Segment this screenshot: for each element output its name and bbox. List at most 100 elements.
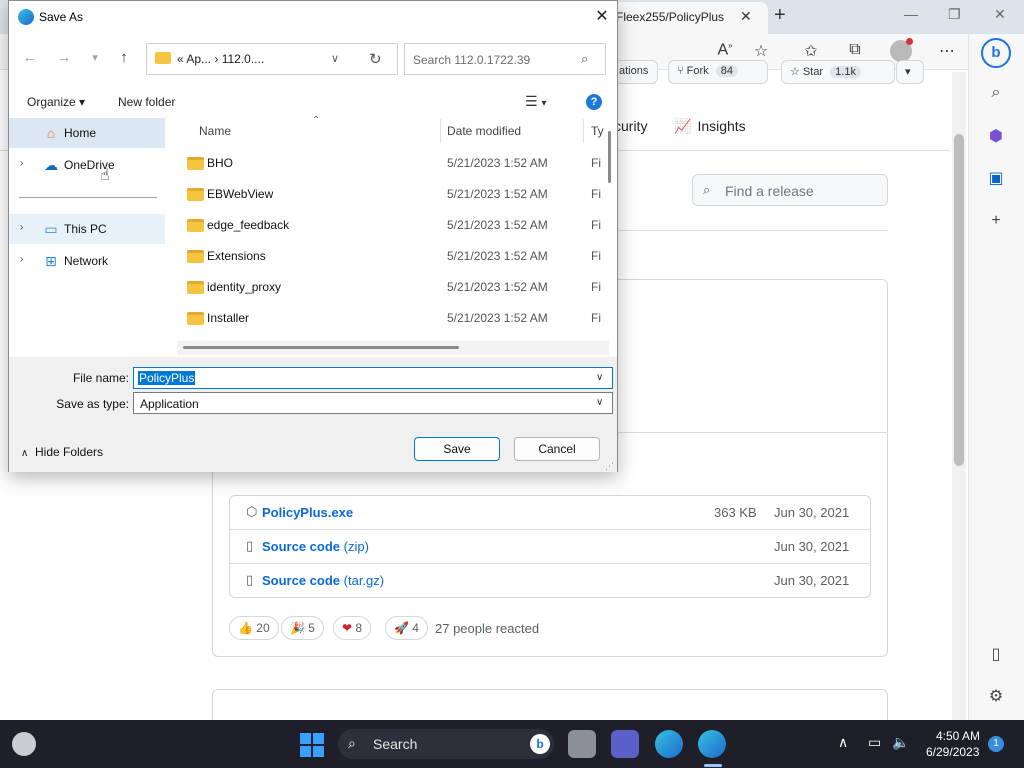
- refresh-icon[interactable]: ↻: [369, 50, 382, 68]
- clock-time[interactable]: 4:50 AM: [936, 729, 980, 743]
- window-close-icon[interactable]: ✕: [994, 6, 1006, 23]
- page-scrollbar-thumb[interactable]: [954, 134, 964, 466]
- outlook-icon[interactable]: ▣: [985, 168, 1007, 188]
- star-dropdown-button[interactable]: ▾: [896, 60, 924, 84]
- tray-overflow-icon[interactable]: ∧: [838, 734, 848, 751]
- start-button[interactable]: [300, 733, 324, 757]
- asset-row[interactable]: ⬡ PolicyPlus.exe 363 KB Jun 30, 2021: [230, 496, 870, 530]
- file-row[interactable]: edge_feedback 5/21/2023 1:52 AM Fi: [173, 209, 609, 240]
- chevron-down-icon[interactable]: ∨: [331, 52, 339, 65]
- view-options-icon[interactable]: ☰ ▾: [525, 93, 546, 110]
- copilot-icon[interactable]: ⬢: [985, 126, 1007, 146]
- address-bar[interactable]: « Ap... › 112.0.... ∨ ↻: [146, 43, 398, 75]
- find-release-input[interactable]: ⌕ Find a release: [692, 174, 888, 206]
- dialog-close-icon[interactable]: ✕: [591, 6, 613, 26]
- clock-date[interactable]: 6/29/2023: [926, 745, 979, 759]
- favorites-icon[interactable]: ✩: [800, 41, 822, 61]
- asset-row[interactable]: ▯ Source code (zip) Jun 30, 2021: [230, 530, 870, 564]
- nav-item-home[interactable]: ⌂ Home: [9, 118, 165, 148]
- edge-app-icon: [18, 9, 34, 25]
- fork-button[interactable]: ⑂ Fork 84: [668, 60, 768, 84]
- tab-insights[interactable]: 📈 Insights: [674, 118, 746, 135]
- reaction-thumbsup[interactable]: 👍 20: [229, 616, 279, 640]
- cancel-button[interactable]: Cancel: [514, 437, 600, 461]
- chevron-right-icon[interactable]: ›: [20, 222, 23, 233]
- asset-link[interactable]: Source code (zip): [262, 539, 369, 554]
- file-row[interactable]: Extensions 5/21/2023 1:52 AM Fi: [173, 240, 609, 271]
- file-list-horizontal-scrollbar[interactable]: [177, 341, 609, 355]
- tab-security[interactable]: curity: [614, 118, 647, 134]
- edge-active-taskbar-icon[interactable]: [698, 730, 726, 758]
- star-button[interactable]: ☆ Star 1.1k: [781, 60, 895, 84]
- edge-taskbar-icon[interactable]: [655, 730, 683, 758]
- asset-row[interactable]: ▯ Source code (tar.gz) Jun 30, 2021: [230, 564, 870, 598]
- chevron-right-icon[interactable]: ›: [20, 158, 23, 169]
- chevron-down-icon[interactable]: ∨: [596, 397, 603, 408]
- search-input[interactable]: Search 112.0.1722.39 ⌕: [404, 43, 606, 75]
- read-aloud-icon[interactable]: A»: [714, 41, 736, 59]
- star-label: Star: [802, 66, 824, 78]
- back-arrow-icon[interactable]: ←: [20, 49, 40, 66]
- nav-item-this-pc[interactable]: › ▭ This PC: [9, 214, 165, 244]
- column-date-modified[interactable]: Date modified: [447, 124, 521, 138]
- vertical-scrollbar-thumb[interactable]: [608, 131, 611, 183]
- add-icon[interactable]: +: [985, 212, 1007, 230]
- browser-tab-policyplus[interactable]: Fleex255/PolicyPlus ✕: [600, 2, 768, 34]
- file-row[interactable]: EBWebView 5/21/2023 1:52 AM Fi: [173, 178, 609, 209]
- dialog-titlebar[interactable]: Save As ✕: [9, 1, 617, 33]
- horizontal-scrollbar-thumb[interactable]: [183, 346, 459, 349]
- sidebar-toggle-icon[interactable]: ▯: [985, 644, 1007, 664]
- asset-link[interactable]: PolicyPlus.exe: [262, 505, 353, 520]
- volume-icon[interactable]: 🔈: [892, 734, 909, 751]
- weather-icon[interactable]: [12, 732, 36, 756]
- forward-arrow-icon[interactable]: →: [54, 49, 74, 66]
- organize-button[interactable]: Organize ▾: [27, 95, 85, 109]
- thumbsup-icon: 👍: [238, 621, 253, 635]
- notification-badge[interactable]: 1: [988, 736, 1004, 752]
- chevron-down-icon[interactable]: ∨: [596, 372, 603, 383]
- nav-item-label: Home: [64, 126, 97, 140]
- reaction-rocket[interactable]: 🚀 4: [385, 616, 428, 640]
- file-row[interactable]: identity_proxy 5/21/2023 1:52 AM Fi: [173, 271, 609, 302]
- hide-folders-button[interactable]: ∧ Hide Folders: [21, 445, 103, 459]
- page-scrollbar[interactable]: [952, 72, 966, 720]
- file-list-vertical-scrollbar[interactable]: [605, 131, 615, 339]
- file-row[interactable]: BHO 5/21/2023 1:52 AM Fi: [173, 147, 609, 178]
- tab-close-icon[interactable]: ✕: [740, 8, 752, 25]
- save-button[interactable]: Save: [414, 437, 500, 461]
- minimize-icon[interactable]: —: [904, 6, 918, 22]
- task-view-icon[interactable]: [568, 730, 596, 758]
- settings-gear-icon[interactable]: ⚙: [985, 686, 1007, 706]
- new-folder-button[interactable]: New folder: [118, 95, 175, 109]
- bing-chat-icon[interactable]: b: [981, 38, 1011, 68]
- chevron-right-icon[interactable]: ›: [20, 254, 23, 265]
- help-icon[interactable]: ?: [586, 94, 602, 110]
- nav-item-network[interactable]: › ⊞ Network: [9, 246, 165, 276]
- column-type[interactable]: Ty: [591, 124, 604, 138]
- column-name[interactable]: Name: [199, 124, 231, 138]
- network-status-icon[interactable]: ▭: [868, 734, 881, 751]
- add-favorite-icon[interactable]: ☆: [750, 41, 772, 61]
- file-list-header: ⌃ Name Date modified Ty: [165, 115, 617, 145]
- teams-chat-icon[interactable]: [611, 730, 639, 758]
- reaction-tada[interactable]: 🎉 5: [281, 616, 324, 640]
- file-name-input[interactable]: PolicyPlus ∨: [133, 367, 613, 389]
- reaction-heart[interactable]: ❤ 8: [333, 616, 372, 640]
- more-options-icon[interactable]: ⋯: [936, 41, 958, 61]
- save-as-type-select[interactable]: Application ∨: [133, 392, 613, 414]
- file-row[interactable]: Installer 5/21/2023 1:52 AM Fi: [173, 302, 609, 333]
- new-tab-icon[interactable]: +: [774, 4, 786, 27]
- nav-item-onedrive[interactable]: › ☁ OneDrive: [9, 150, 165, 180]
- breadcrumb[interactable]: « Ap... › 112.0....: [177, 52, 264, 66]
- taskbar-search[interactable]: ⌕ Search b: [338, 729, 554, 759]
- restore-icon[interactable]: ❐: [948, 6, 961, 23]
- folder-icon: [187, 250, 204, 263]
- column-separator[interactable]: [440, 119, 441, 143]
- asset-link[interactable]: Source code (tar.gz): [262, 573, 384, 588]
- search-icon[interactable]: ⌕: [985, 84, 1007, 102]
- recent-dropdown-icon[interactable]: ▾: [85, 51, 105, 64]
- resize-grip-icon[interactable]: ⋰: [605, 461, 614, 472]
- collections-icon[interactable]: ⧉: [844, 41, 866, 59]
- up-arrow-icon[interactable]: ↑: [114, 49, 134, 66]
- column-separator[interactable]: [583, 119, 584, 143]
